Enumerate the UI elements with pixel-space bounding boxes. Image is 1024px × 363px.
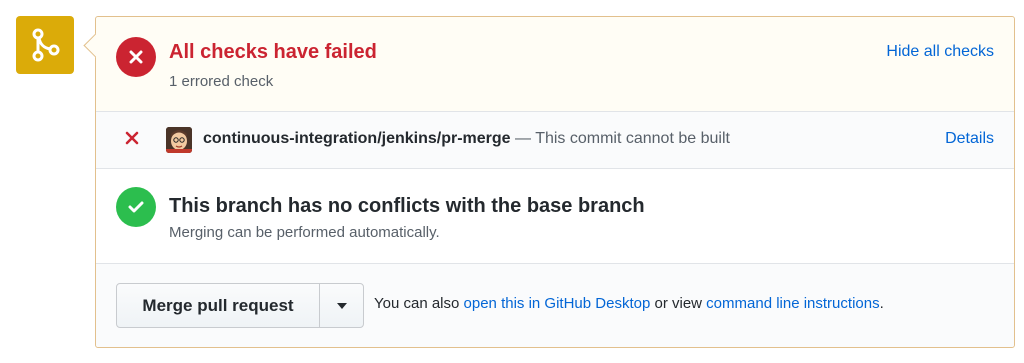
merge-button-group: Merge pull request bbox=[116, 283, 364, 328]
git-merge-icon-badge bbox=[16, 16, 74, 74]
x-icon bbox=[129, 50, 143, 64]
branch-status-title: This branch has no conflicts with the ba… bbox=[169, 195, 645, 217]
git-merge-icon bbox=[32, 28, 60, 62]
success-status-icon bbox=[116, 187, 156, 227]
check-result-text: — This commit cannot be built bbox=[515, 130, 730, 147]
merge-controls: Merge pull request You can also open thi… bbox=[96, 264, 1014, 347]
check-description: continuous-integration/jenkins/pr-merge … bbox=[203, 130, 730, 148]
avatar bbox=[166, 127, 192, 153]
failed-status-icon bbox=[116, 37, 156, 77]
checks-status-subtitle: 1 errored check bbox=[169, 73, 274, 90]
merge-pull-request-button[interactable]: Merge pull request bbox=[117, 284, 320, 327]
merge-options-dropdown-button[interactable] bbox=[320, 284, 363, 327]
command-line-instructions-link[interactable]: command line instructions bbox=[706, 295, 879, 312]
check-icon bbox=[128, 201, 144, 213]
hide-all-checks-link[interactable]: Hide all checks bbox=[886, 43, 994, 61]
open-in-github-desktop-link[interactable]: open this in GitHub Desktop bbox=[464, 295, 651, 312]
merge-status-panel: All checks have failed 1 errored check H… bbox=[95, 16, 1015, 348]
jenkins-avatar-icon bbox=[166, 127, 192, 153]
x-icon bbox=[125, 131, 139, 145]
caret-down-icon bbox=[336, 302, 347, 309]
hint-prefix: You can also bbox=[374, 295, 460, 312]
checks-status-title: All checks have failed bbox=[169, 41, 377, 63]
check-item: continuous-integration/jenkins/pr-merge … bbox=[96, 112, 1014, 169]
hint-suffix: . bbox=[879, 295, 884, 312]
branch-status-subtitle: Merging can be performed automatically. bbox=[169, 224, 440, 241]
merge-hint: You can also open this in GitHub Desktop… bbox=[374, 295, 884, 312]
check-name: continuous-integration/jenkins/pr-merge bbox=[203, 130, 511, 147]
hint-middle: or view bbox=[654, 295, 702, 312]
details-link[interactable]: Details bbox=[945, 130, 994, 148]
checks-status-section bbox=[96, 17, 1014, 112]
